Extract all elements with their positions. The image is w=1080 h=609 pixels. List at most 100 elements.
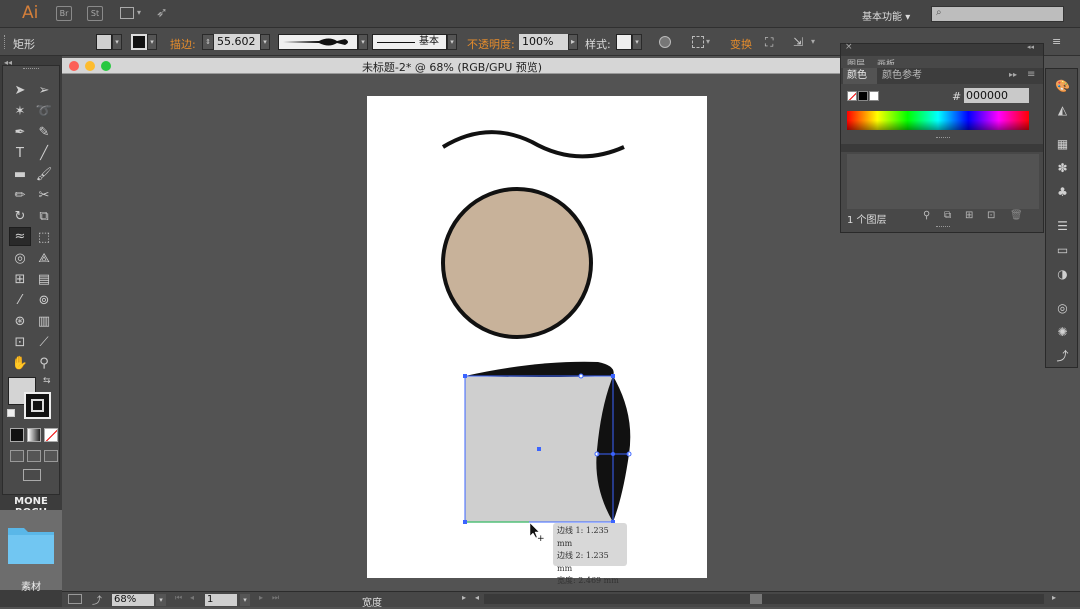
- fill-swatch[interactable]: [96, 34, 112, 50]
- gradient-mode-icon[interactable]: [27, 428, 41, 442]
- scroll-left-icon[interactable]: ◂: [475, 593, 479, 602]
- stroke-panel-icon[interactable]: ☰: [1054, 219, 1071, 234]
- isolate-icon[interactable]: ⛶: [765, 35, 773, 50]
- slice-tool-icon[interactable]: ⟋: [35, 334, 53, 351]
- grip-handle[interactable]: [4, 35, 7, 49]
- page-dropdown[interactable]: ▾: [240, 594, 250, 606]
- gradient-tool-icon[interactable]: ▤: [35, 271, 53, 288]
- zoom-tool-icon[interactable]: ⚲: [35, 355, 53, 372]
- none-color-icon[interactable]: [847, 91, 857, 101]
- bridge-button[interactable]: Br: [56, 6, 72, 21]
- line-tool-icon[interactable]: ╱: [35, 145, 53, 162]
- opacity-label[interactable]: 不透明度:: [467, 36, 515, 52]
- selection-tool-icon[interactable]: ➤: [11, 82, 29, 99]
- share-icon[interactable]: ⤴: [92, 592, 102, 607]
- swap-colors-icon[interactable]: ⇆: [43, 376, 51, 386]
- brush-definition[interactable]: 基本: [372, 34, 447, 50]
- fill-dropdown[interactable]: ▾: [112, 34, 122, 50]
- next-page-icon[interactable]: ▸: [259, 593, 263, 602]
- last-page-icon[interactable]: ⏭: [272, 593, 279, 603]
- resize-handle[interactable]: [936, 137, 950, 140]
- search-input[interactable]: ⌕: [931, 6, 1064, 22]
- variable-width-profile[interactable]: [278, 34, 358, 50]
- clipping-mask-icon[interactable]: ⧉: [944, 210, 951, 221]
- horizontal-scrollbar[interactable]: [484, 594, 1044, 604]
- black-swatch[interactable]: [858, 91, 868, 101]
- stroke-label[interactable]: 描边:: [170, 36, 196, 52]
- brushes-icon[interactable]: ✽: [1054, 161, 1071, 176]
- stroke-swatch[interactable]: [131, 34, 147, 50]
- rotate-tool-icon[interactable]: ↻: [11, 208, 29, 225]
- gradient-panel-icon[interactable]: ▭: [1054, 243, 1071, 258]
- graph-tool-icon[interactable]: ▥: [35, 313, 53, 330]
- hand-tool-icon[interactable]: ✋: [11, 355, 29, 372]
- expand-icon[interactable]: ▸▸: [1009, 70, 1017, 79]
- style-dropdown[interactable]: ▾: [632, 34, 642, 50]
- draw-normal-icon[interactable]: [10, 450, 24, 462]
- opacity-input[interactable]: 100%: [519, 34, 568, 50]
- first-page-icon[interactable]: ⏮: [175, 593, 182, 603]
- new-sublayer-icon[interactable]: ⊞: [965, 210, 973, 221]
- panel-menu-icon[interactable]: ≡: [1027, 69, 1035, 80]
- scissors-tool-icon[interactable]: ✂: [35, 187, 53, 204]
- eyedropper-tool-icon[interactable]: ⁄: [11, 292, 29, 309]
- stroke-color-swatch[interactable]: [24, 392, 51, 419]
- locate-object-icon[interactable]: ⚲: [923, 210, 930, 221]
- curvature-tool-icon[interactable]: ✎: [35, 124, 53, 141]
- profile-dropdown[interactable]: ▾: [358, 34, 368, 50]
- symbols-icon[interactable]: ♣: [1054, 185, 1071, 200]
- graphic-style-swatch[interactable]: [616, 34, 632, 50]
- close-icon[interactable]: ×: [845, 42, 853, 52]
- collapse-icon[interactable]: ◂◂: [1027, 43, 1034, 51]
- zoom-input[interactable]: 68%: [112, 594, 154, 606]
- transparency-icon[interactable]: ◑: [1054, 267, 1071, 282]
- status-arrow-icon[interactable]: ▸: [462, 593, 466, 602]
- width-tool-icon[interactable]: ≈: [9, 227, 31, 246]
- export-icon[interactable]: ⤴: [1054, 349, 1071, 364]
- symbol-sprayer-tool-icon[interactable]: ⊛: [11, 313, 29, 330]
- swatches-icon[interactable]: ▦: [1054, 137, 1071, 152]
- scale-tool-icon[interactable]: ⧉: [35, 208, 53, 225]
- recolor-icon[interactable]: [659, 36, 671, 48]
- white-swatch[interactable]: [869, 91, 879, 101]
- rectangle-tool-icon[interactable]: ▬: [11, 166, 29, 183]
- folder-icon[interactable]: [6, 520, 56, 568]
- magic-wand-tool-icon[interactable]: ✶: [11, 103, 29, 120]
- zoom-dropdown[interactable]: ▾: [156, 594, 166, 606]
- paintbrush-tool-icon[interactable]: 🖌: [35, 166, 53, 183]
- artboard-nav-icon[interactable]: [68, 594, 82, 604]
- grip-handle[interactable]: [23, 68, 39, 70]
- free-transform-tool-icon[interactable]: ⬚: [35, 229, 53, 246]
- draw-behind-icon[interactable]: [27, 450, 41, 462]
- trash-icon[interactable]: 🗑: [1010, 210, 1023, 221]
- type-tool-icon[interactable]: T: [11, 145, 29, 162]
- resize-handle[interactable]: [936, 226, 950, 229]
- chevron-down-icon[interactable]: ▾: [137, 8, 141, 17]
- transform-label[interactable]: 变换: [730, 36, 752, 52]
- chevron-down-icon[interactable]: ▾: [811, 37, 815, 46]
- align-icon[interactable]: [692, 36, 704, 48]
- arrange-documents-icon[interactable]: [120, 7, 134, 19]
- direct-selection-tool-icon[interactable]: ➢: [35, 82, 53, 99]
- pen-tool-icon[interactable]: ✒: [11, 124, 29, 141]
- prev-page-icon[interactable]: ◂: [190, 593, 194, 602]
- brush-dropdown[interactable]: ▾: [447, 34, 457, 50]
- perspective-grid-tool-icon[interactable]: ⟁: [35, 250, 53, 267]
- artwork[interactable]: +: [367, 96, 707, 578]
- tab-color[interactable]: 颜色: [843, 68, 877, 84]
- workspace-switcher[interactable]: 基本功能 ▾: [862, 8, 910, 23]
- stroke-stepper[interactable]: ⇕: [202, 34, 214, 50]
- arrange-icon[interactable]: ⇲: [793, 35, 803, 49]
- page-input[interactable]: 1: [205, 594, 237, 606]
- stroke-dropdown[interactable]: ▾: [147, 34, 157, 50]
- default-colors-icon[interactable]: [7, 409, 15, 417]
- blend-tool-icon[interactable]: ⊚: [35, 292, 53, 309]
- color-palette-icon[interactable]: 🎨: [1054, 79, 1071, 94]
- new-layer-icon[interactable]: ⊡: [987, 210, 995, 221]
- pencil-tool-icon[interactable]: ✏: [11, 187, 29, 204]
- stroke-weight-dropdown[interactable]: ▾: [260, 34, 270, 50]
- color-guide-icon[interactable]: ◭: [1054, 103, 1071, 118]
- stroke-weight-input[interactable]: 55.602: [214, 34, 260, 50]
- tab-color-guide[interactable]: 颜色参考: [882, 69, 922, 83]
- scroll-right-icon[interactable]: ▸: [1052, 593, 1056, 602]
